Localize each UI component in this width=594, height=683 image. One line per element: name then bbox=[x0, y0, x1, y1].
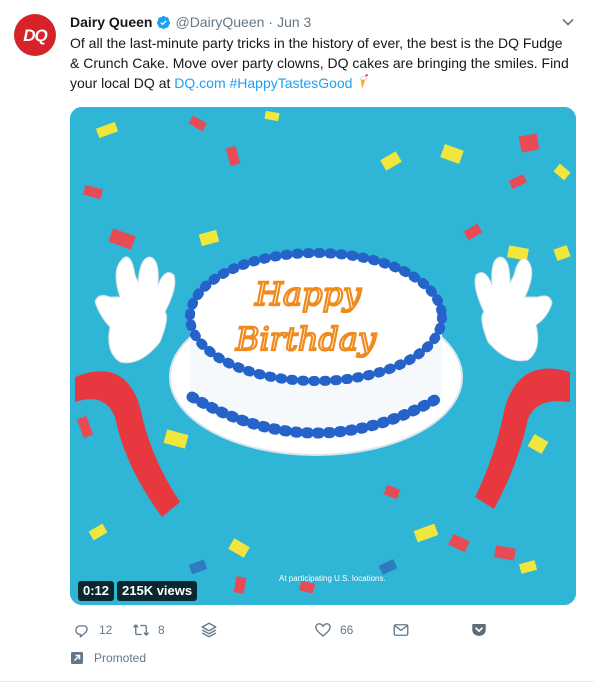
tweet-date[interactable]: Jun 3 bbox=[277, 14, 311, 30]
tweet[interactable]: DQ Dairy Queen @DairyQueen · Jun 3 Of al… bbox=[0, 0, 594, 683]
tweet-header: Dairy Queen @DairyQueen · Jun 3 bbox=[70, 12, 311, 32]
birthday-cake-video-frame: Happy Birthday bbox=[70, 107, 576, 605]
retweet-icon bbox=[132, 624, 150, 636]
chevron-down-icon[interactable] bbox=[561, 15, 575, 29]
hashtag-link[interactable]: #HappyTastesGood bbox=[230, 75, 353, 91]
envelope-icon bbox=[393, 624, 409, 636]
layers-icon bbox=[201, 622, 217, 638]
reply-count: 12 bbox=[99, 623, 113, 637]
retweet-count: 8 bbox=[158, 623, 165, 637]
tweet-actions: 12 8 66 bbox=[70, 621, 500, 641]
tweet-text: Of all the last-minute party tricks in t… bbox=[70, 33, 575, 93]
separator-dot: · bbox=[268, 14, 274, 30]
cake-text-birthday: Birthday bbox=[235, 320, 377, 358]
video-views-badge: 215K views bbox=[117, 581, 198, 601]
disclaimer-text: At participating U.S. locations. bbox=[279, 574, 386, 583]
avatar[interactable]: DQ bbox=[11, 11, 59, 59]
tweet-divider bbox=[0, 681, 594, 682]
promoted-text: Promoted bbox=[94, 651, 147, 665]
pocket-icon bbox=[472, 624, 486, 636]
video-player[interactable]: Happy Birthday At participating U.S. loc… bbox=[70, 107, 576, 605]
reply-icon bbox=[75, 625, 88, 639]
verified-badge-icon bbox=[157, 15, 171, 29]
heart-icon bbox=[315, 623, 331, 637]
video-duration-badge: 0:12 bbox=[78, 581, 115, 601]
author-handle[interactable]: @DairyQueen bbox=[175, 14, 264, 30]
dairy-queen-logo: DQ bbox=[14, 14, 56, 56]
dq-cone-emoji-icon bbox=[359, 74, 369, 89]
promoted-icon bbox=[71, 652, 83, 664]
logo-text: DQ bbox=[23, 26, 48, 45]
cake-text-happy: Happy bbox=[254, 275, 362, 313]
direct-message-button[interactable] bbox=[392, 621, 410, 639]
reply-button[interactable]: 12 bbox=[73, 621, 112, 639]
tweet-link[interactable]: DQ.com bbox=[174, 75, 225, 91]
like-count: 66 bbox=[340, 623, 354, 637]
like-button[interactable]: 66 bbox=[314, 621, 353, 639]
promoted-label[interactable]: Promoted bbox=[70, 651, 146, 665]
stats-button[interactable] bbox=[200, 621, 218, 639]
retweet-button[interactable]: 8 bbox=[132, 621, 165, 639]
author-name[interactable]: Dairy Queen bbox=[70, 14, 152, 30]
pocket-save-button[interactable] bbox=[470, 621, 488, 639]
